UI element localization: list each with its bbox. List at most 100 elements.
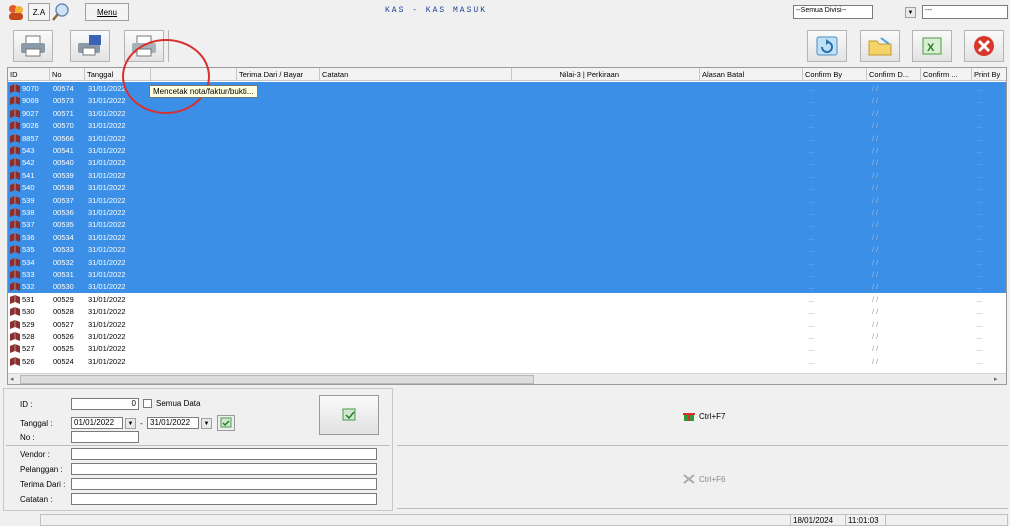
semua-data-checkbox[interactable] <box>143 399 152 408</box>
table-row[interactable]: 535 00533 31/01/2022... / /... <box>8 243 1006 257</box>
export-excel-button[interactable]: X <box>912 30 952 62</box>
print-button[interactable] <box>13 30 53 62</box>
print-tooltip: Mencetak nota/faktur/bukti... <box>149 85 258 98</box>
scrollbar-thumb[interactable] <box>20 375 534 384</box>
book-icon <box>10 344 20 354</box>
cell-no: 00536 <box>53 208 74 217</box>
table-row[interactable]: 541 00539 31/01/2022... / /... <box>8 168 1006 182</box>
cell-id: 533 <box>22 270 35 279</box>
id-input[interactable]: 0 <box>71 398 139 410</box>
table-row[interactable]: 543 00541 31/01/2022... / /... <box>8 144 1006 157</box>
table-row[interactable]: 530 00528 31/01/2022... / /... <box>8 305 1006 318</box>
catatan-input[interactable] <box>71 493 377 505</box>
date-to-dropdown-icon[interactable]: ▼ <box>201 418 212 429</box>
cell-print-by: ... <box>976 84 983 93</box>
transaction-grid[interactable]: ID No Tanggal Terima Dari / Bayar Catata… <box>7 67 1007 385</box>
cell-confirm-date: / / <box>872 270 879 279</box>
book-icon <box>10 245 20 255</box>
table-row[interactable]: 536 00534 31/01/2022... / /... <box>8 230 1006 244</box>
cell-confirm-date: / / <box>872 121 879 131</box>
table-row[interactable]: 9026 00570 31/01/2022... / /... <box>8 119 1006 133</box>
book-icon <box>10 84 20 93</box>
cell-tanggal: 31/01/2022 <box>88 84 126 93</box>
table-row[interactable]: 537 00535 31/01/2022... / /... <box>8 218 1006 232</box>
cell-tanggal: 31/01/2022 <box>88 332 126 341</box>
shortcut-ctrl-f7[interactable]: Ctrl+F7 <box>683 411 725 421</box>
za-sort-button[interactable]: Z.A <box>28 3 50 21</box>
print-preview-button[interactable] <box>70 30 110 62</box>
table-row[interactable]: 538 00536 31/01/2022... / /... <box>8 206 1006 219</box>
cell-id: 541 <box>22 170 35 180</box>
book-icon <box>10 158 20 168</box>
cell-tanggal: 31/01/2022 <box>88 294 126 304</box>
cell-confirm-date: / / <box>872 257 879 267</box>
table-row[interactable]: 8857 00566 31/01/2022... / /... <box>8 131 1006 145</box>
table-row[interactable]: 534 00532 31/01/2022... / /... <box>8 255 1006 269</box>
table-row[interactable]: 540 00538 31/01/2022... / /... <box>8 181 1006 195</box>
cell-id: 527 <box>22 344 35 354</box>
table-row[interactable]: 529 00527 31/01/2022... / /... <box>8 318 1006 331</box>
cell-id: 530 <box>22 307 35 317</box>
table-row[interactable]: 527 00525 31/01/2022... / /... <box>8 342 1006 355</box>
vendor-input[interactable] <box>71 448 377 460</box>
header-confirm-other[interactable]: Confirm ... <box>921 68 972 81</box>
scroll-right-arrow-icon[interactable]: ▸ <box>994 375 998 383</box>
table-row[interactable]: 533 00531 31/01/2022... / /... <box>8 268 1006 281</box>
shortcut-ctrl-f6[interactable]: Ctrl+F6 <box>683 474 725 484</box>
cell-confirm-by: ... <box>808 344 815 354</box>
date-to-input[interactable]: 31/01/2022 <box>147 417 199 429</box>
search-filter-button[interactable] <box>319 395 379 435</box>
cell-no: 00538 <box>53 183 74 193</box>
secondary-select[interactable]: --- <box>922 5 1008 19</box>
open-folder-button[interactable] <box>860 30 900 62</box>
cell-no: 00541 <box>53 146 74 155</box>
terima-dari-input[interactable] <box>71 478 377 490</box>
header-print-by[interactable]: Print By <box>972 68 1006 81</box>
date-from-dropdown-icon[interactable]: ▼ <box>125 418 136 429</box>
header-alasan-batal[interactable]: Alasan Batal <box>700 68 803 81</box>
cell-print-by: ... <box>976 332 983 341</box>
semua-data-label: Semua Data <box>156 399 201 408</box>
scroll-left-arrow-icon[interactable]: ◂ <box>10 375 14 383</box>
header-confirm-by[interactable]: Confirm By <box>803 68 867 81</box>
shortcut-ctrl-f7-label: Ctrl+F7 <box>699 411 726 421</box>
cell-confirm-by: ... <box>808 282 815 292</box>
header-terima-dari[interactable]: Terima Dari / Bayar <box>237 68 320 81</box>
refresh-button[interactable] <box>807 30 847 62</box>
header-catatan[interactable]: Catatan <box>320 68 512 81</box>
cell-id: 9069 <box>22 96 39 106</box>
annotation-circle <box>122 39 210 114</box>
menu-button[interactable]: Menu <box>85 3 129 21</box>
za-label: Z.A <box>32 7 46 17</box>
cell-confirm-by: ... <box>808 307 815 317</box>
date-apply-button[interactable] <box>217 415 235 431</box>
divisi-select[interactable]: --Semua Divisi-- <box>793 5 873 19</box>
table-row[interactable]: 528 00526 31/01/2022... / /... <box>8 330 1006 343</box>
table-row[interactable]: 532 00530 31/01/2022... / /... <box>8 280 1006 294</box>
search-icon[interactable] <box>51 2 71 22</box>
header-nilai-perkiraan[interactable]: Nilai-3 | Perkiraan <box>512 68 700 81</box>
book-icon <box>10 332 20 341</box>
page-title: KAS - KAS MASUK <box>385 6 488 15</box>
header-no[interactable]: No <box>50 68 85 81</box>
header-id[interactable]: ID <box>8 68 50 81</box>
horizontal-scrollbar[interactable]: ◂ ▸ <box>8 373 1006 384</box>
pelanggan-input[interactable] <box>71 463 377 475</box>
book-icon <box>10 319 20 329</box>
cell-no: 00531 <box>53 270 74 279</box>
user-group-icon[interactable] <box>7 3 25 21</box>
close-button[interactable] <box>964 30 1004 62</box>
id-label: ID : <box>20 400 33 409</box>
table-row[interactable]: 539 00537 31/01/2022... / /... <box>8 193 1006 207</box>
book-icon <box>10 294 20 304</box>
date-from-input[interactable]: 01/01/2022 <box>71 417 123 429</box>
cell-confirm-by: ... <box>808 208 815 217</box>
table-row[interactable]: 531 00529 31/01/2022... / /... <box>8 293 1006 306</box>
table-row[interactable]: 526 00524 31/01/2022... / /... <box>8 355 1006 368</box>
chevron-down-icon[interactable]: ▼ <box>905 7 916 18</box>
cell-tanggal: 31/01/2022 <box>88 307 126 317</box>
header-confirm-date[interactable]: Confirm D... <box>867 68 921 81</box>
table-row[interactable]: 542 00540 31/01/2022... / /... <box>8 156 1006 170</box>
cell-no: 00534 <box>53 232 74 242</box>
no-input[interactable] <box>71 431 139 443</box>
